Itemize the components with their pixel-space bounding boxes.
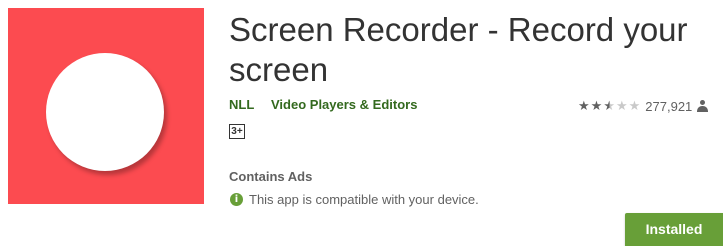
app-meta-row: NLL Video Players & Editors ★ ★ ★ ★ ★ 27… xyxy=(229,97,723,115)
category-link[interactable]: Video Players & Editors xyxy=(271,97,417,112)
rating-stars: ★ ★ ★ ★ ★ xyxy=(578,98,641,114)
installed-button[interactable]: Installed xyxy=(625,213,723,246)
rating: ★ ★ ★ ★ ★ 277,921 xyxy=(578,97,709,115)
compatibility-text: This app is compatible with your device. xyxy=(249,192,479,207)
star-half-icon: ★ xyxy=(603,98,616,113)
rating-count: 277,921 xyxy=(645,98,693,114)
person-icon xyxy=(697,100,709,112)
star-empty-icon: ★ xyxy=(615,98,629,113)
info-icon: i xyxy=(230,193,243,206)
app-icon xyxy=(8,8,204,204)
compatibility-notice: i This app is compatible with your devic… xyxy=(230,192,479,207)
star-empty-icon: ★ xyxy=(628,98,642,113)
star-icon: ★ xyxy=(578,98,591,113)
record-dot-icon xyxy=(46,53,164,171)
developer-link[interactable]: NLL xyxy=(229,97,254,112)
star-icon: ★ xyxy=(590,98,604,113)
contains-ads-label: Contains Ads xyxy=(229,169,313,184)
content-rating-badge: 3+ xyxy=(229,124,245,139)
app-title: Screen Recorder - Record your screen xyxy=(229,11,688,88)
